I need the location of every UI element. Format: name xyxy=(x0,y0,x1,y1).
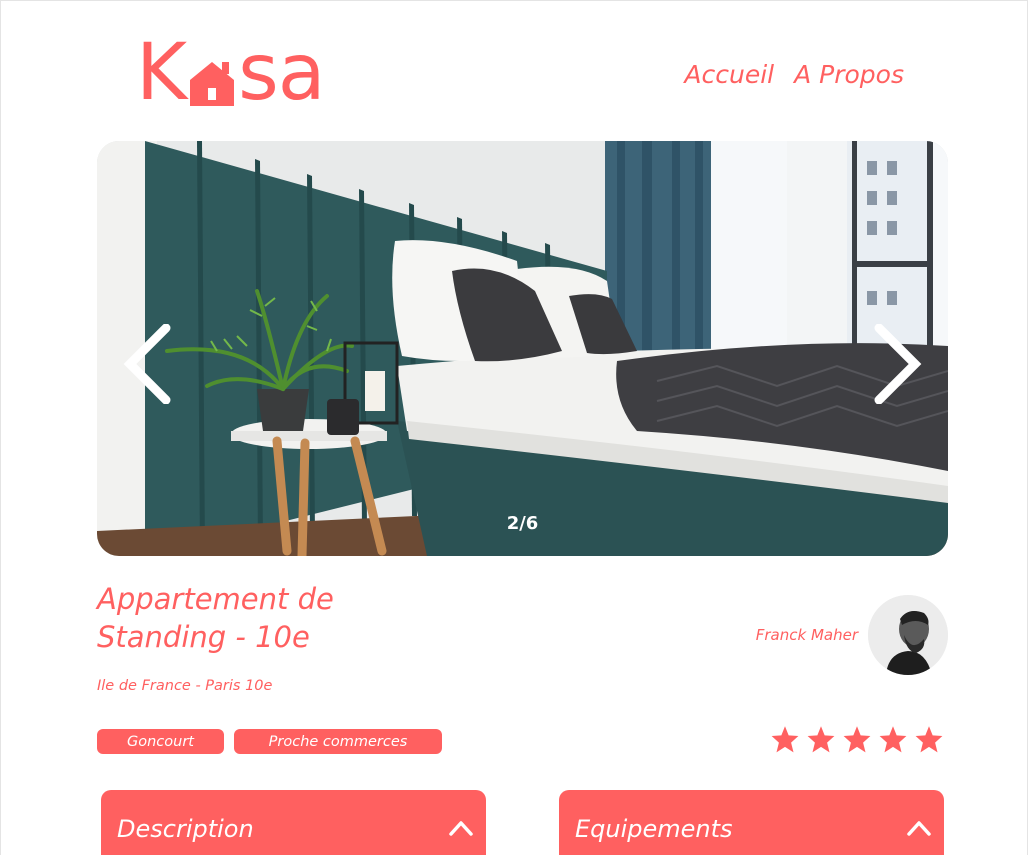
logo-letters-sa: sa xyxy=(238,28,325,118)
collapse-equipements[interactable]: Equipements xyxy=(559,790,944,855)
nav-link-accueil[interactable]: Accueil xyxy=(684,60,774,89)
photo-carousel: 2/6 xyxy=(97,141,948,556)
kasa-logo[interactable]: K sa xyxy=(136,28,326,118)
collapse-description[interactable]: Description xyxy=(101,790,486,855)
host-portrait xyxy=(868,595,948,675)
tag: Proche commerces xyxy=(234,729,442,754)
tag-list: Goncourt Proche commerces xyxy=(97,729,442,754)
star-icon xyxy=(915,726,943,753)
logo-letter-k: K xyxy=(136,28,187,118)
main-nav: Accueil A Propos xyxy=(684,60,904,89)
chevron-left-icon[interactable] xyxy=(122,324,172,404)
star-icon xyxy=(879,726,907,753)
chevron-up-icon[interactable] xyxy=(448,819,474,837)
avatar xyxy=(868,595,948,675)
chevron-right-icon[interactable] xyxy=(873,324,923,404)
nav-link-a-propos[interactable]: A Propos xyxy=(794,60,904,89)
bedroom-photo xyxy=(97,141,948,556)
tag: Goncourt xyxy=(97,729,224,754)
star-icon xyxy=(771,726,799,753)
collapse-title: Description xyxy=(117,815,254,843)
host-name: Franck Maher xyxy=(755,626,858,644)
listing-title: Appartement de Standing - 10e xyxy=(97,582,334,654)
chevron-up-icon[interactable] xyxy=(906,819,932,837)
star-icon xyxy=(807,726,835,753)
host-info: Franck Maher xyxy=(756,595,948,675)
listing-location: Ile de France - Paris 10e xyxy=(97,678,273,694)
rating-stars xyxy=(770,725,944,753)
star-icon xyxy=(843,726,871,753)
collapse-title: Equipements xyxy=(575,815,733,843)
image-counter: 2/6 xyxy=(506,513,539,534)
house-icon xyxy=(190,62,235,106)
